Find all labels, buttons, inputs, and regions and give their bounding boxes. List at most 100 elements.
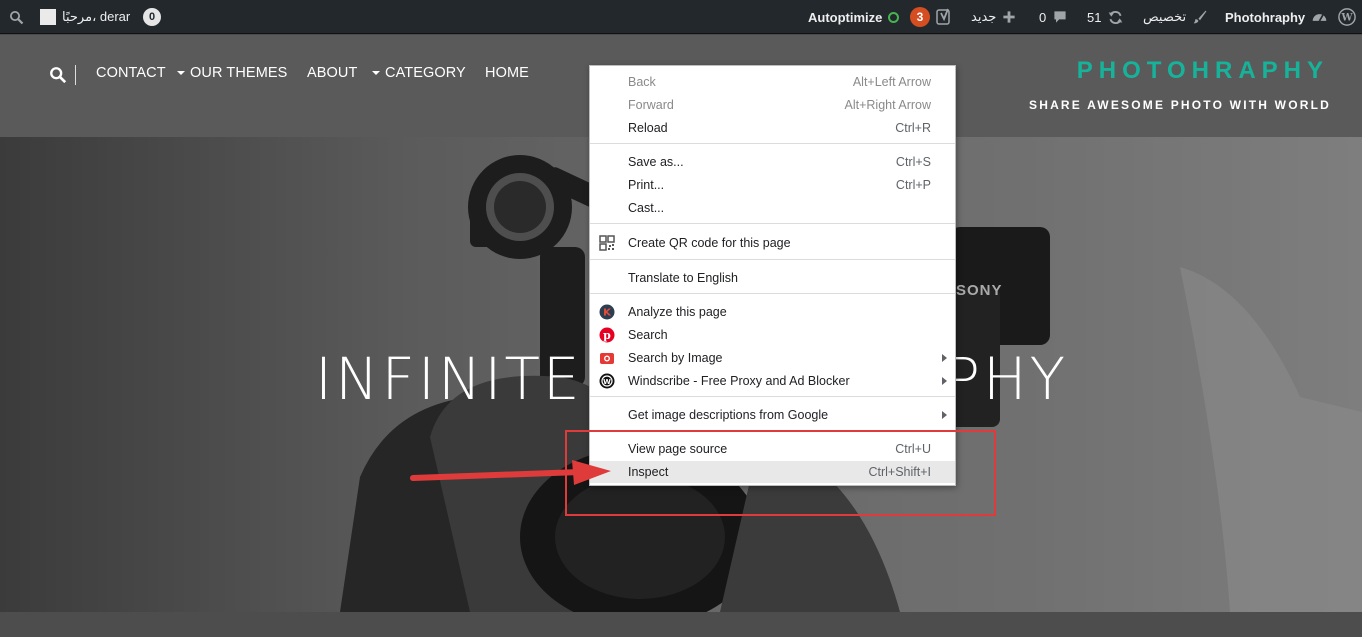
nav-search-icon[interactable] (49, 66, 67, 84)
nav-item-contact[interactable]: CONTACT (96, 65, 166, 81)
admin-bar-site-name[interactable]: Photohraphy (1225, 0, 1328, 34)
new-label: جديد (971, 9, 997, 24)
svg-text:p: p (603, 329, 611, 342)
notifications-count: 0 (143, 8, 161, 26)
updates-count: 51 (1087, 9, 1102, 25)
plus-icon (1003, 11, 1015, 23)
menu-item-reload[interactable]: Reload Ctrl+R (590, 117, 955, 139)
annotation-highlight-box (565, 430, 996, 516)
admin-bar-search[interactable] (9, 0, 24, 34)
menu-separator (590, 259, 955, 260)
admin-bar-customize[interactable]: تخصيص (1143, 0, 1208, 34)
menu-item-back[interactable]: Back Alt+Left Arrow (590, 71, 955, 93)
avatar (40, 9, 56, 25)
svg-text:W: W (1340, 13, 1353, 24)
menu-item-label: Forward (628, 98, 674, 112)
menu-item-label: Get image descriptions from Google (628, 408, 829, 422)
k-extension-icon: K (599, 304, 615, 320)
menu-item-label: Back (628, 75, 656, 89)
menu-item-analyze-page[interactable]: K Analyze this page (590, 301, 955, 323)
customize-label: تخصيص (1143, 9, 1187, 24)
menu-item-label: Create QR code for this page (628, 236, 791, 250)
menu-item-label: Search (628, 328, 668, 342)
menu-item-pinterest-search[interactable]: p Search (590, 324, 955, 346)
submenu-arrow-icon (942, 411, 947, 419)
menu-item-search-by-image[interactable]: Search by Image (590, 347, 955, 369)
camera-icon (600, 353, 614, 364)
comment-bubble-icon (1054, 11, 1066, 23)
menu-separator (590, 293, 955, 294)
menu-item-label: Analyze this page (628, 305, 727, 319)
search-icon (9, 10, 24, 24)
menu-item-label: Search by Image (628, 351, 723, 365)
nav-divider (75, 65, 76, 85)
browser-context-menu: Back Alt+Left Arrow Forward Alt+Right Ar… (589, 65, 956, 486)
admin-bar-updates[interactable]: 51 (1087, 0, 1124, 34)
admin-bar-autoptimize[interactable]: Autoptimize (808, 0, 900, 34)
menu-item-print[interactable]: Print... Ctrl+P (590, 174, 955, 196)
yoast-notification-badge: 3 (910, 7, 930, 27)
menu-item-windscribe[interactable]: W Windscribe - Free Proxy and Ad Blocker (590, 370, 955, 392)
submenu-arrow-icon (942, 377, 947, 385)
menu-separator (590, 223, 955, 224)
menu-separator (590, 396, 955, 397)
nav-item-category[interactable]: CATEGORY (372, 65, 466, 81)
menu-item-image-descriptions[interactable]: Get image descriptions from Google (590, 404, 955, 426)
nav-item-our-themes[interactable]: OUR THEMES (177, 65, 287, 81)
menu-item-label: Save as... (628, 155, 684, 169)
menu-item-label: Windscribe - Free Proxy and Ad Blocker (628, 374, 850, 388)
nav-label: CONTACT (96, 65, 166, 81)
menu-item-shortcut: Alt+Left Arrow (852, 75, 931, 89)
dashboard-gauge-icon (1312, 13, 1327, 21)
yoast-seo-icon (936, 8, 950, 25)
comments-count: 0 (1039, 9, 1047, 25)
site-tagline: SHARE AWESOME PHOTO WITH WORLD (1029, 98, 1331, 112)
menu-item-forward[interactable]: Forward Alt+Right Arrow (590, 94, 955, 116)
notifications-badge[interactable]: 0 (143, 0, 161, 34)
qr-code-icon (599, 235, 615, 251)
refresh-icon (1109, 10, 1123, 24)
svg-text:W: W (603, 378, 611, 386)
site-name-label: Photohraphy (1225, 9, 1306, 25)
menu-item-save-as[interactable]: Save as... Ctrl+S (590, 151, 955, 173)
admin-bar-yoast[interactable]: 3 (910, 0, 952, 34)
menu-item-label: Print... (628, 178, 665, 192)
hero-title-left: INFINITE (315, 345, 583, 413)
footer-strip (0, 612, 1362, 637)
status-ok-icon (888, 11, 900, 23)
camera-brand-text: SONY (956, 282, 1003, 299)
site-title[interactable]: PHOTOHRAPHY (1077, 57, 1329, 85)
wordpress-logo-icon[interactable]: W (1338, 0, 1356, 34)
menu-item-label: Reload (628, 121, 668, 135)
greeting-label: مرحبًا، derar (62, 9, 131, 24)
nav-label: HOME (485, 65, 529, 81)
admin-bar-new[interactable]: جديد (971, 0, 1016, 34)
annotation-arrow-icon (410, 460, 611, 485)
nav-label: CATEGORY (385, 65, 466, 81)
nav-item-about[interactable]: ABOUT (307, 65, 357, 81)
autoptimize-label: Autoptimize (808, 9, 883, 25)
menu-item-shortcut: Ctrl+P (895, 178, 931, 192)
submenu-arrow-icon (942, 354, 947, 362)
caret-down-icon (177, 71, 185, 75)
menu-item-shortcut: Alt+Right Arrow (844, 98, 932, 112)
menu-item-label: Cast... (628, 201, 665, 215)
menu-separator (590, 143, 955, 144)
svg-text:K: K (603, 308, 612, 319)
menu-item-shortcut: Ctrl+R (895, 121, 931, 135)
menu-item-create-qr-code[interactable]: Create QR code for this page (590, 232, 955, 254)
nav-label: OUR THEMES (190, 65, 288, 81)
hero-title-right: PHY (945, 345, 1069, 413)
windscribe-icon: W (599, 373, 615, 389)
menu-item-translate[interactable]: Translate to English (590, 267, 955, 289)
caret-down-icon (372, 71, 380, 75)
menu-item-label: Translate to English (628, 271, 739, 285)
admin-bar: W Photohraphy تخصيص 51 0 جديد 3 Autoptim… (0, 0, 1362, 34)
nav-label: ABOUT (307, 65, 358, 81)
menu-item-cast[interactable]: Cast... (590, 197, 955, 219)
menu-item-shortcut: Ctrl+S (895, 155, 931, 169)
nav-item-home[interactable]: HOME (485, 65, 529, 81)
admin-bar-comments[interactable]: 0 (1039, 0, 1068, 34)
pinterest-icon: p (599, 327, 615, 343)
admin-bar-account[interactable]: مرحبًا، derar (40, 0, 130, 34)
